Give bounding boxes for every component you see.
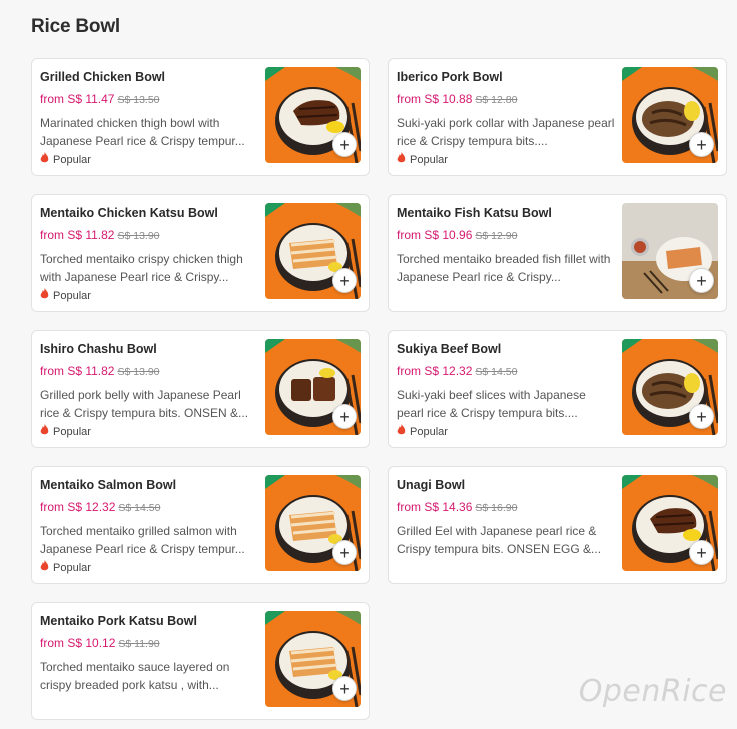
popular-label: Popular	[53, 289, 91, 302]
popular-label: Popular	[53, 153, 91, 166]
flame-icon	[40, 288, 53, 303]
item-price: from S$ 11.47	[40, 92, 115, 106]
plus-icon: +	[339, 678, 350, 699]
item-original-price: S$ 13.90	[117, 230, 160, 242]
plus-icon: +	[696, 542, 707, 563]
add-item-button[interactable]: +	[689, 132, 714, 157]
item-price-row: from S$ 10.12 S$ 11.90	[40, 636, 160, 650]
item-original-price: S$ 12.90	[475, 230, 518, 242]
item-price: from S$ 12.32	[40, 500, 116, 514]
popular-label: Popular	[53, 561, 91, 574]
popular-label: Popular	[410, 425, 448, 438]
menu-item-card[interactable]: Grilled Chicken Bowl from S$ 11.47 S$ 13.…	[31, 58, 370, 176]
item-name: Sukiya Beef Bowl	[397, 342, 502, 356]
plus-icon: +	[696, 134, 707, 155]
flame-icon	[397, 424, 410, 439]
plus-icon: +	[696, 270, 707, 291]
item-price-row: from S$ 11.47 S$ 13.50	[40, 92, 160, 106]
item-price-row: from S$ 12.32 S$ 14.50	[397, 364, 517, 378]
item-description: Torched mentaiko grilled salmon with Jap…	[40, 524, 245, 556]
item-price: from S$ 10.12	[40, 636, 116, 650]
item-price: from S$ 11.82	[40, 364, 115, 378]
add-item-button[interactable]: +	[332, 132, 357, 157]
item-original-price: S$ 13.50	[117, 94, 160, 106]
item-name: Grilled Chicken Bowl	[40, 70, 166, 84]
popular-label: Popular	[53, 425, 91, 438]
flame-icon	[40, 424, 53, 439]
add-item-button[interactable]: +	[332, 268, 357, 293]
menu-item-card[interactable]: Iberico Pork Bowl from S$ 10.88 S$ 12.80 …	[388, 58, 727, 176]
item-price-row: from S$ 11.82 S$ 13.90	[40, 364, 160, 378]
item-price-row: from S$ 10.88 S$ 12.80	[397, 92, 517, 106]
section-title: Rice Bowl	[31, 16, 120, 37]
menu-item-card[interactable]: Ishiro Chashu Bowl from S$ 11.82 S$ 13.90…	[31, 330, 370, 448]
add-item-button[interactable]: +	[689, 268, 714, 293]
popular-badge: Popular	[40, 560, 91, 575]
popular-badge: Popular	[397, 152, 448, 167]
item-price-row: from S$ 12.32 S$ 14.50	[40, 500, 160, 514]
plus-icon: +	[339, 270, 350, 291]
item-description: Marinated chicken thigh bowl with Japane…	[40, 116, 245, 148]
item-original-price: S$ 11.90	[118, 638, 160, 650]
item-name: Mentaiko Pork Katsu Bowl	[40, 614, 197, 628]
item-price: from S$ 14.36	[397, 500, 473, 514]
item-description: Grilled Eel with Japanese pearl rice & C…	[397, 524, 602, 556]
flame-icon	[397, 152, 410, 167]
item-original-price: S$ 14.50	[475, 366, 518, 378]
popular-badge: Popular	[40, 424, 91, 439]
item-description: Torched mentaiko breaded fish fillet wit…	[397, 252, 611, 284]
item-original-price: S$ 16.90	[475, 502, 518, 514]
plus-icon: +	[339, 134, 350, 155]
item-description: Suki-yaki beef slices with Japanese pear…	[397, 388, 586, 420]
flame-icon	[40, 560, 53, 575]
item-price: from S$ 10.96	[397, 228, 473, 242]
plus-icon: +	[696, 406, 707, 427]
item-name: Mentaiko Fish Katsu Bowl	[397, 206, 552, 220]
add-item-button[interactable]: +	[689, 540, 714, 565]
menu-item-card[interactable]: Mentaiko Fish Katsu Bowl from S$ 10.96 S$…	[388, 194, 727, 312]
menu-item-card[interactable]: Mentaiko Chicken Katsu Bowl from S$ 11.8…	[31, 194, 370, 312]
item-description: Grilled pork belly with Japanese Pearl r…	[40, 388, 249, 420]
add-item-button[interactable]: +	[332, 676, 357, 701]
item-name: Iberico Pork Bowl	[397, 70, 503, 84]
popular-badge: Popular	[397, 424, 448, 439]
menu-item-card[interactable]: Unagi Bowl from S$ 14.36 S$ 16.90 Grilled…	[388, 466, 727, 584]
item-original-price: S$ 12.80	[475, 94, 518, 106]
item-price-row: from S$ 14.36 S$ 16.90	[397, 500, 517, 514]
item-price: from S$ 11.82	[40, 228, 115, 242]
menu-item-card[interactable]: Mentaiko Salmon Bowl from S$ 12.32 S$ 14.…	[31, 466, 370, 584]
popular-label: Popular	[410, 153, 448, 166]
add-item-button[interactable]: +	[689, 404, 714, 429]
item-name: Ishiro Chashu Bowl	[40, 342, 157, 356]
flame-icon	[40, 152, 53, 167]
item-original-price: S$ 14.50	[118, 502, 161, 514]
plus-icon: +	[339, 406, 350, 427]
popular-badge: Popular	[40, 288, 91, 303]
item-name: Mentaiko Salmon Bowl	[40, 478, 177, 492]
item-description: Suki-yaki pork collar with Japanese pear…	[397, 116, 615, 148]
add-item-button[interactable]: +	[332, 540, 357, 565]
item-price-row: from S$ 10.96 S$ 12.90	[397, 228, 517, 242]
menu-item-card[interactable]: Mentaiko Pork Katsu Bowl from S$ 10.12 S$…	[31, 602, 370, 720]
plus-icon: +	[339, 542, 350, 563]
item-description: Torched mentaiko crispy chicken thigh wi…	[40, 252, 243, 284]
item-name: Unagi Bowl	[397, 478, 466, 492]
item-price-row: from S$ 11.82 S$ 13.90	[40, 228, 160, 242]
item-price: from S$ 12.32	[397, 364, 473, 378]
item-price: from S$ 10.88	[397, 92, 473, 106]
menu-item-card[interactable]: Sukiya Beef Bowl from S$ 12.32 S$ 14.50 S…	[388, 330, 727, 448]
item-original-price: S$ 13.90	[117, 366, 160, 378]
item-description: Torched mentaiko sauce layered on crispy…	[40, 660, 230, 692]
add-item-button[interactable]: +	[332, 404, 357, 429]
item-name: Mentaiko Chicken Katsu Bowl	[40, 206, 218, 220]
popular-badge: Popular	[40, 152, 91, 167]
openrice-watermark: OpenRice	[578, 674, 727, 709]
